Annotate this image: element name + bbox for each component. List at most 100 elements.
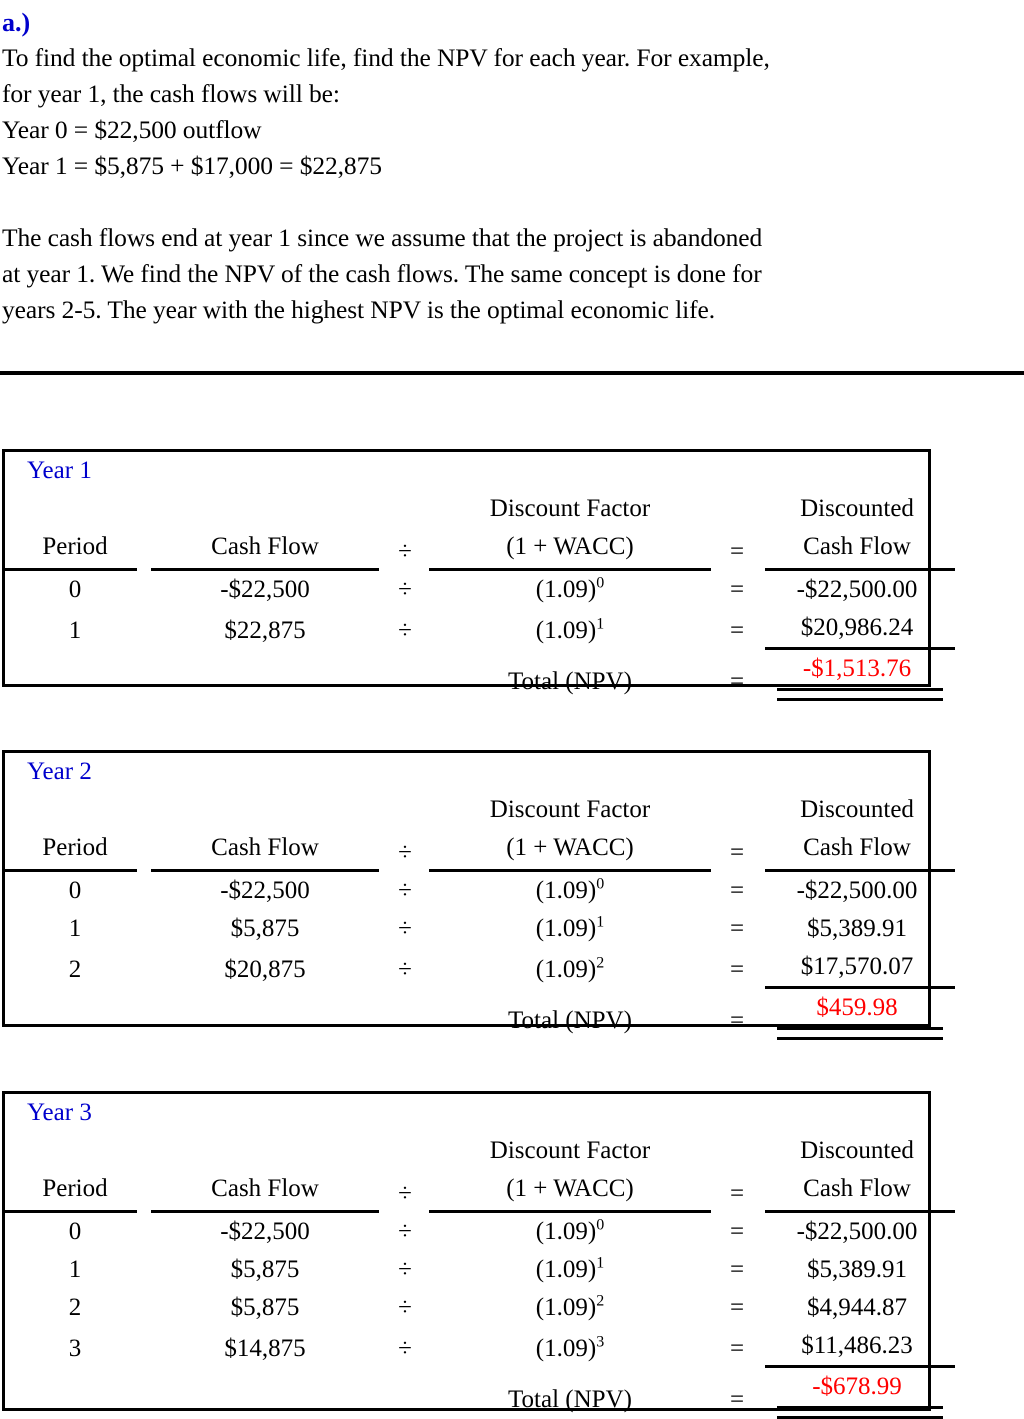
cell-period: 1 [68, 617, 82, 644]
cell-df-base: (1.09) [535, 956, 597, 983]
cell-discount-factor: (1.09)1 [425, 1251, 715, 1289]
total-npv-value-cell: -$1,513.76 [759, 650, 955, 701]
cell-period: 0 [68, 877, 82, 904]
cell-df-exponent: 1 [596, 913, 605, 931]
cell-divide: ÷ [398, 1256, 412, 1283]
cell-df-exponent: 3 [596, 1333, 605, 1351]
header-blank [715, 789, 759, 829]
cell-divide: ÷ [398, 877, 412, 904]
cell-discount-factor: (1.09)3 [425, 1327, 715, 1368]
cell-cash-flow: $5,875 [230, 915, 300, 942]
cell-divide: ÷ [398, 1335, 412, 1362]
cell-discounted-cash-flow: -$22,500.00 [796, 1218, 918, 1245]
cell-blank [145, 1368, 385, 1419]
table-total-row: Total (NPV) = $459.98 [5, 989, 955, 1040]
header-discount-factor-line1: Discount Factor [489, 1137, 651, 1164]
total-equals: = [729, 1386, 745, 1413]
explanation-line: The cash flows end at year 1 since we as… [2, 223, 763, 252]
header-blank [715, 488, 759, 528]
cell-equals: = [729, 877, 745, 904]
cell-period: 3 [68, 1335, 82, 1362]
table-row: 0 -$22,500 ÷ (1.09)0 = -$22,500.00 [5, 872, 955, 910]
header-blank [5, 1130, 145, 1170]
header-discounted-text: Cash Flow [803, 1175, 911, 1202]
cell-df-base: (1.09) [535, 915, 597, 942]
cell-df-exponent: 2 [596, 954, 605, 972]
year-3-label: Year 3 [27, 1099, 92, 1126]
header-blank [385, 789, 425, 829]
cell-blank [5, 650, 145, 701]
year-1-label: Year 1 [27, 457, 92, 484]
cell-df-base: (1.09) [535, 617, 597, 644]
cell-df-exponent: 1 [596, 1254, 605, 1272]
cell-period: 1 [68, 1256, 82, 1283]
header-period-text: Period [42, 533, 108, 560]
cell-blank [145, 650, 385, 701]
cell-period: 0 [68, 576, 82, 603]
header-blank [145, 488, 385, 528]
cell-cash-flow: -$22,500 [220, 877, 310, 904]
cell-df-base: (1.09) [535, 1256, 597, 1283]
table-header-row-top: Discount Factor Discounted [5, 789, 955, 829]
total-npv-label: Total (NPV) [508, 1386, 632, 1413]
npv-double-underline [777, 688, 943, 701]
npv-value: $459.98 [816, 994, 898, 1021]
header-divide-symbol: ÷ [398, 538, 412, 565]
npv-value: -$1,513.76 [802, 655, 912, 682]
cell-blank [145, 989, 385, 1040]
intro-line: Year 0 = $22,500 outflow [2, 115, 262, 144]
intro-section: a.) To find the optimal economic life, f… [0, 0, 1008, 328]
cell-equals: = [729, 617, 745, 644]
table-row: 1 $22,875 ÷ (1.09)1 = $20,986.24 [5, 609, 955, 650]
cell-equals: = [729, 1294, 745, 1321]
table-row: 1 $5,875 ÷ (1.09)1 = $5,389.91 [5, 1251, 955, 1289]
cell-df-exponent: 1 [596, 615, 605, 633]
cell-blank [5, 1368, 145, 1419]
header-discount-factor-line2: (1 + WACC) [425, 829, 715, 872]
cell-cash-flow: $5,875 [230, 1294, 300, 1321]
header-discounted-line2: Cash Flow [759, 1170, 955, 1213]
header-blank [715, 1130, 759, 1170]
table-row: 0 -$22,500 ÷ (1.09)0 = -$22,500.00 [5, 1213, 955, 1251]
cell-period: 1 [68, 915, 82, 942]
cell-equals: = [729, 1335, 745, 1362]
table-row: 2 $5,875 ÷ (1.09)2 = $4,944.87 [5, 1289, 955, 1327]
total-npv-value-cell: -$678.99 [759, 1368, 955, 1419]
header-discounted-line1: Discounted [800, 796, 914, 823]
cell-discounted-cash-flow: $20,986.24 [759, 609, 955, 650]
year-2-table-box: Year 2 Discount Factor Discounted Period… [2, 750, 955, 1040]
cell-cash-flow: $20,875 [224, 956, 306, 983]
cell-period: 2 [68, 1294, 82, 1321]
cell-dcf-text: $20,986.24 [800, 614, 914, 641]
cell-df-base: (1.09) [535, 1335, 597, 1362]
header-cash-flow: Cash Flow [145, 528, 385, 571]
intro-line: To find the optimal economic life, find … [2, 43, 770, 72]
header-equals-symbol: = [729, 839, 745, 866]
npv-value: -$678.99 [812, 1373, 902, 1400]
header-period-text: Period [42, 1175, 108, 1202]
cell-df-base: (1.09) [535, 1218, 597, 1245]
table-header-row-bottom: Period Cash Flow ÷ (1 + WACC) = Cash Flo… [5, 528, 955, 571]
table-row: 1 $5,875 ÷ (1.09)1 = $5,389.91 [5, 910, 955, 948]
cell-discounted-cash-flow: -$22,500.00 [796, 576, 918, 603]
header-discounted-line1: Discounted [800, 1137, 914, 1164]
cell-blank [385, 650, 425, 701]
header-discount-factor-text: (1 + WACC) [506, 1175, 634, 1202]
year-2-label: Year 2 [27, 758, 92, 785]
intro-paragraph: To find the optimal economic life, find … [2, 40, 1008, 184]
cell-divide: ÷ [398, 956, 412, 983]
year-1-npv-table: Discount Factor Discounted Period Cash F… [5, 488, 955, 701]
cell-discount-factor: (1.09)1 [425, 910, 715, 948]
cell-discounted-cash-flow: $17,570.07 [759, 948, 955, 989]
header-discount-factor-line2: (1 + WACC) [425, 1170, 715, 1213]
total-npv-value-cell: $459.98 [759, 989, 955, 1040]
cell-discount-factor: (1.09)0 [425, 571, 715, 609]
cell-discount-factor: (1.09)2 [425, 1289, 715, 1327]
cell-cash-flow: $5,875 [230, 1256, 300, 1283]
cell-discounted-cash-flow: $4,944.87 [807, 1294, 907, 1321]
cell-df-exponent: 0 [596, 574, 605, 592]
cell-blank [385, 989, 425, 1040]
header-discount-factor-line1: Discount Factor [489, 495, 651, 522]
table-row: 0 -$22,500 ÷ (1.09)0 = -$22,500.00 [5, 571, 955, 609]
header-discounted-text: Cash Flow [803, 834, 911, 861]
